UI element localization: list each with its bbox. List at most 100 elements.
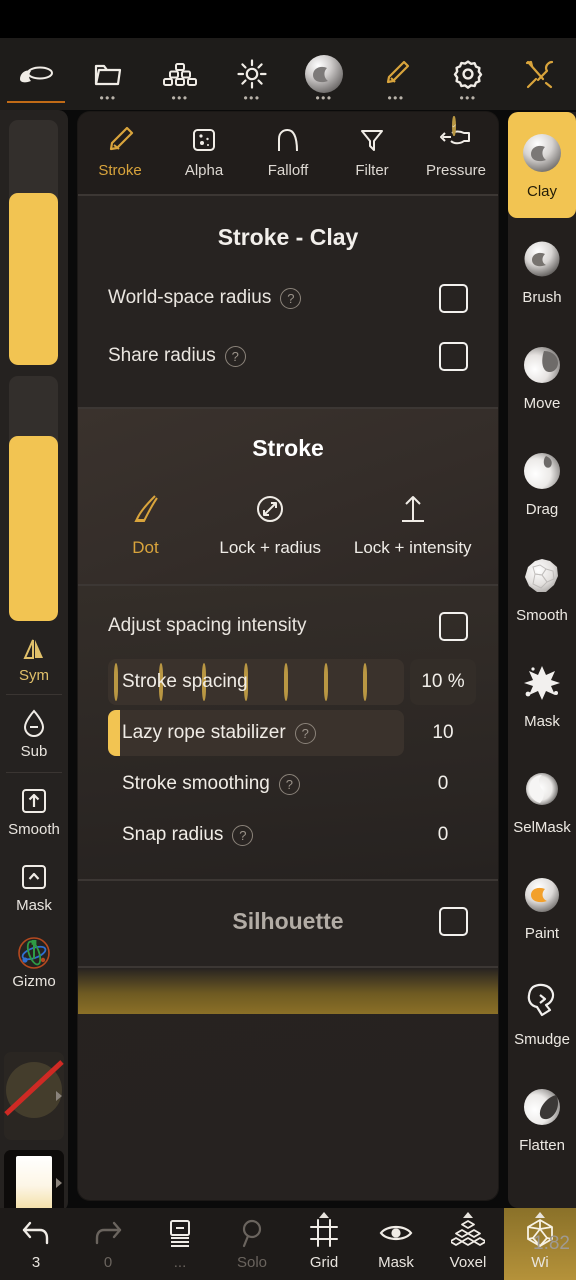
tool-mask[interactable]: Mask [508, 642, 576, 748]
slider-stroke-spacing[interactable]: Stroke spacing 10 % [108, 659, 476, 705]
tool-label: Flatten [519, 1137, 565, 1154]
silhouette-row[interactable]: Silhouette [78, 907, 498, 936]
tool-brush[interactable]: Brush [508, 218, 576, 324]
grid-button[interactable]: Grid [288, 1208, 360, 1280]
tool-move[interactable]: Move [508, 324, 576, 430]
paint-sphere-icon [519, 872, 565, 918]
grid-icon [309, 1217, 339, 1249]
symmetry-button[interactable]: Sym [0, 628, 68, 690]
tool-smudge[interactable]: Smudge [508, 960, 576, 1066]
intensity-slider-fill [9, 436, 58, 621]
sidebar-item-label: Mask [16, 897, 52, 914]
tool-label: Smooth [516, 607, 568, 624]
tool-clay[interactable]: Clay [508, 112, 576, 218]
tab-alpha[interactable]: Alpha [162, 120, 246, 194]
voxel-button[interactable]: Voxel [432, 1208, 504, 1280]
caret-up-icon [319, 1212, 329, 1218]
clay-sphere-icon [519, 130, 565, 176]
checkbox-world-space-radius[interactable] [439, 283, 468, 313]
stroke-clay-section: Stroke - Clay World-space radius ? Share… [78, 196, 498, 407]
spacing-section: Adjust spacing intensity Stroke spacing … [78, 116, 498, 879]
left-sidebar: Sym Sub Smooth Mask Gizmo [0, 110, 68, 1212]
top-toolbar: ••• ••• ••• ••• ••• ••• [0, 38, 576, 110]
stroke-mode-lock-radius[interactable]: Lock + radius [199, 488, 342, 558]
tab-pressure[interactable]: Pressure [414, 120, 498, 194]
tab-falloff[interactable]: Falloff [246, 120, 330, 194]
square-up-arrow-icon [20, 786, 48, 816]
sidebar-item-gizmo[interactable]: Gizmo [0, 926, 68, 1002]
help-icon[interactable]: ? [280, 287, 302, 309]
checkbox-adjust-spacing-intensity[interactable] [439, 116, 468, 641]
sidebar-item-sub[interactable]: Sub [0, 696, 68, 772]
smudge-icon [519, 978, 565, 1024]
checkbox-silhouette[interactable] [439, 907, 468, 936]
lock-intensity-icon [396, 488, 430, 526]
checkbox-share-radius[interactable] [439, 341, 468, 371]
panel-tabs: Stroke Alpha Falloff Filter Pressure [78, 112, 498, 194]
option-row-adjust-spacing-intensity[interactable]: Adjust spacing intensity [78, 116, 498, 654]
mask-label: Mask [378, 1254, 414, 1271]
funnel-icon [358, 124, 386, 156]
undo-count: 3 [31, 1254, 41, 1271]
undo-button[interactable]: 3 [0, 1208, 72, 1280]
topbar-item-lighting[interactable]: ••• [216, 38, 288, 110]
help-icon[interactable]: ? [232, 824, 254, 846]
solo-label: Solo [236, 1254, 268, 1271]
tool-paint[interactable]: Paint [508, 854, 576, 960]
radius-slider[interactable] [9, 120, 58, 365]
help-icon[interactable]: ? [278, 773, 300, 795]
topbar-dots: ••• [243, 91, 261, 105]
brush-icon [381, 57, 411, 91]
tool-label: Paint [524, 925, 560, 942]
tab-stroke[interactable]: Stroke [78, 120, 162, 194]
slider-value: 10 [432, 722, 454, 743]
slider-lazy-rope-stabilizer[interactable]: Lazy rope stabilizer ? 10 [108, 710, 476, 756]
tool-label: Smudge [514, 1031, 570, 1048]
sidebar-item-mask[interactable]: Mask [0, 850, 68, 926]
falloff-icon [273, 124, 303, 156]
option-row-share-radius[interactable]: Share radius ? [78, 327, 498, 385]
topbar-item-files[interactable]: ••• [72, 38, 144, 110]
tool-flatten[interactable]: Flatten [508, 1066, 576, 1172]
tool-smooth[interactable]: Smooth [508, 536, 576, 642]
topbar-item-scene[interactable] [0, 38, 72, 110]
solo-button[interactable]: Solo [216, 1208, 288, 1280]
divider [6, 772, 62, 773]
topbar-item-layers[interactable]: ••• [144, 38, 216, 110]
voxel-icon [451, 1217, 485, 1249]
slider-stroke-smoothing[interactable]: Stroke smoothing ? 0 [108, 761, 476, 807]
topbar-dots: ••• [459, 91, 477, 105]
help-icon[interactable]: ? [294, 722, 316, 744]
stroke-mode-dot[interactable]: Dot [92, 488, 199, 558]
page-title: Stroke - Clay [217, 224, 359, 250]
option-row-world-space-radius[interactable]: World-space radius ? [78, 269, 498, 327]
tool-selmask[interactable]: SelMask [508, 748, 576, 854]
tool-drag[interactable]: Drag [508, 430, 576, 536]
topbar-dots: ••• [315, 91, 333, 105]
version-label: 1.82 [533, 1233, 570, 1254]
tab-label: Filter [355, 162, 389, 179]
mask-visibility-button[interactable]: Mask [360, 1208, 432, 1280]
stroke-mode-lock-intensity[interactable]: Lock + intensity [341, 488, 484, 558]
topbar-item-brush[interactable]: ••• [360, 38, 432, 110]
layers-button[interactable]: ... [144, 1208, 216, 1280]
alpha-swatch-none[interactable] [4, 1052, 64, 1140]
topbar-dots: ••• [99, 91, 117, 105]
tab-label: Stroke [98, 162, 142, 179]
stroke-mode-row: Dot Lock + radius Lock + intensity [78, 480, 498, 558]
alpha-icon [190, 124, 218, 156]
expand-arrow-icon [56, 1091, 62, 1101]
sidebar-item-smooth[interactable]: Smooth [0, 774, 68, 850]
topbar-item-settings[interactable]: ••• [432, 38, 504, 110]
color-swatch[interactable] [4, 1150, 64, 1212]
topbar-item-material[interactable]: ••• [288, 38, 360, 110]
redo-button[interactable]: 0 [72, 1208, 144, 1280]
topbar-item-tools[interactable] [504, 38, 576, 110]
section-title: Silhouette [232, 908, 344, 934]
slider-label-wrap: Snap radius ? [108, 824, 254, 846]
magnifier-icon [238, 1217, 266, 1249]
slider-snap-radius[interactable]: Snap radius ? 0 [108, 812, 476, 858]
intensity-slider[interactable] [9, 376, 58, 621]
tab-filter[interactable]: Filter [330, 120, 414, 194]
help-icon[interactable]: ? [224, 345, 246, 367]
